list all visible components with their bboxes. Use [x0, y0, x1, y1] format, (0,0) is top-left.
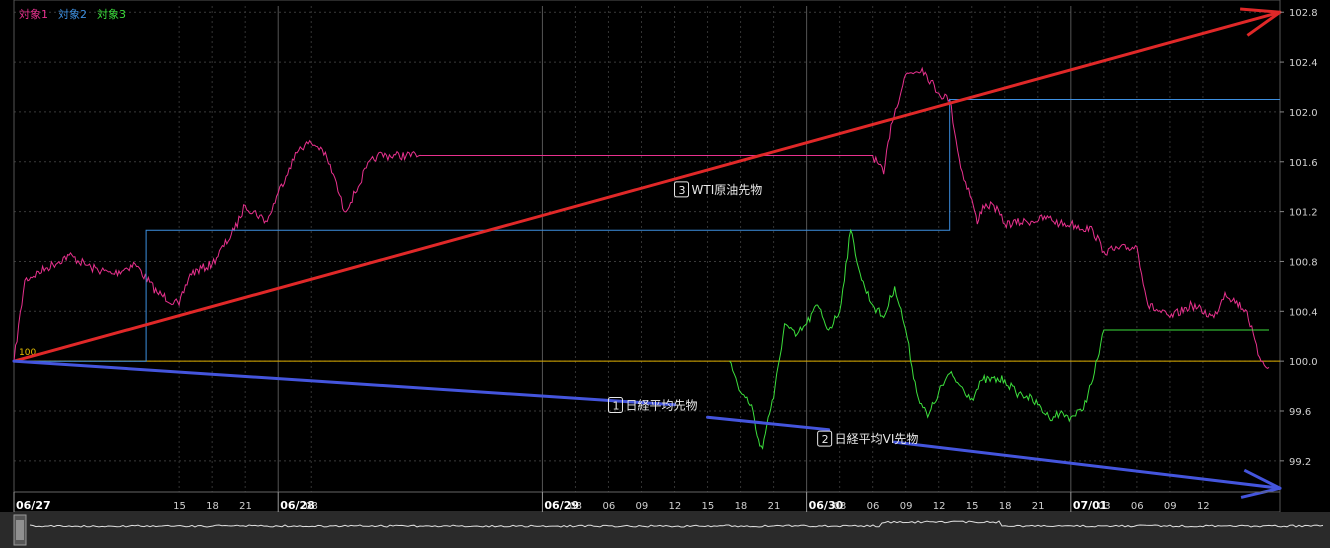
x-tick-label: 21: [239, 501, 252, 512]
y-tick-label: 100.4: [1289, 307, 1318, 318]
annotation-number-1: 3: [679, 184, 686, 197]
legend-entry-1: 対象1: [19, 7, 48, 21]
y-tick-label: 100.0: [1289, 357, 1318, 368]
x-tick-label: 18: [999, 501, 1012, 512]
y-tick-label: 102.0: [1289, 108, 1318, 119]
y-tick-label: 99.2: [1289, 457, 1311, 468]
x-tick-label: 21: [1032, 501, 1045, 512]
x-tick-label: 06/27: [16, 499, 51, 512]
x-tick-label: 12: [669, 501, 682, 512]
y-tick-label: 100.8: [1289, 257, 1318, 268]
navigator-handle[interactable]: [13, 514, 27, 546]
x-tick-label: 03: [569, 501, 582, 512]
y-tick-label: 101.2: [1289, 208, 1318, 219]
annotation-number-2: 1: [612, 400, 619, 413]
navigator[interactable]: [0, 512, 1330, 548]
y-tick-label: 102.8: [1289, 8, 1318, 19]
x-tick-label: 03: [834, 501, 847, 512]
x-tick-label: 03: [1098, 501, 1111, 512]
x-tick-label: 18: [735, 501, 748, 512]
y-tick-label: 102.4: [1289, 58, 1318, 69]
x-tick-label: 21: [768, 501, 781, 512]
legend: 対象1 対象2 対象3: [19, 7, 126, 21]
x-tick-label: 06: [867, 501, 880, 512]
annotation-label-1: WTI原油先物: [692, 183, 763, 197]
annotation-label-2: 日経平均先物: [625, 399, 697, 413]
x-tick-label: 06: [1131, 501, 1144, 512]
x-tick-label: 03: [305, 501, 318, 512]
navigator-track[interactable]: [0, 512, 1330, 548]
y-tick-label: 101.6: [1289, 158, 1318, 169]
y-tick-label: 99.6: [1289, 407, 1311, 418]
annotation-label-3: 日経平均VI先物: [835, 432, 919, 446]
x-tick-label: 18: [206, 501, 219, 512]
annotation-number-3: 2: [822, 433, 829, 446]
x-tick-label: 15: [702, 501, 715, 512]
x-tick-label: 15: [966, 501, 979, 512]
x-tick-label: 09: [900, 501, 913, 512]
x-tick-label: 06: [602, 501, 615, 512]
legend-entry-3: 対象3: [97, 7, 126, 21]
x-tick-label: 09: [1164, 501, 1177, 512]
legend-entry-2: 対象2: [58, 7, 87, 21]
x-tick-label: 12: [933, 501, 946, 512]
x-tick-label: 09: [635, 501, 648, 512]
x-tick-label: 15: [173, 501, 186, 512]
chart: 100 102.8102.4102.0101.6101.2100.8100.41…: [0, 0, 1330, 548]
x-tick-label: 12: [1197, 501, 1210, 512]
